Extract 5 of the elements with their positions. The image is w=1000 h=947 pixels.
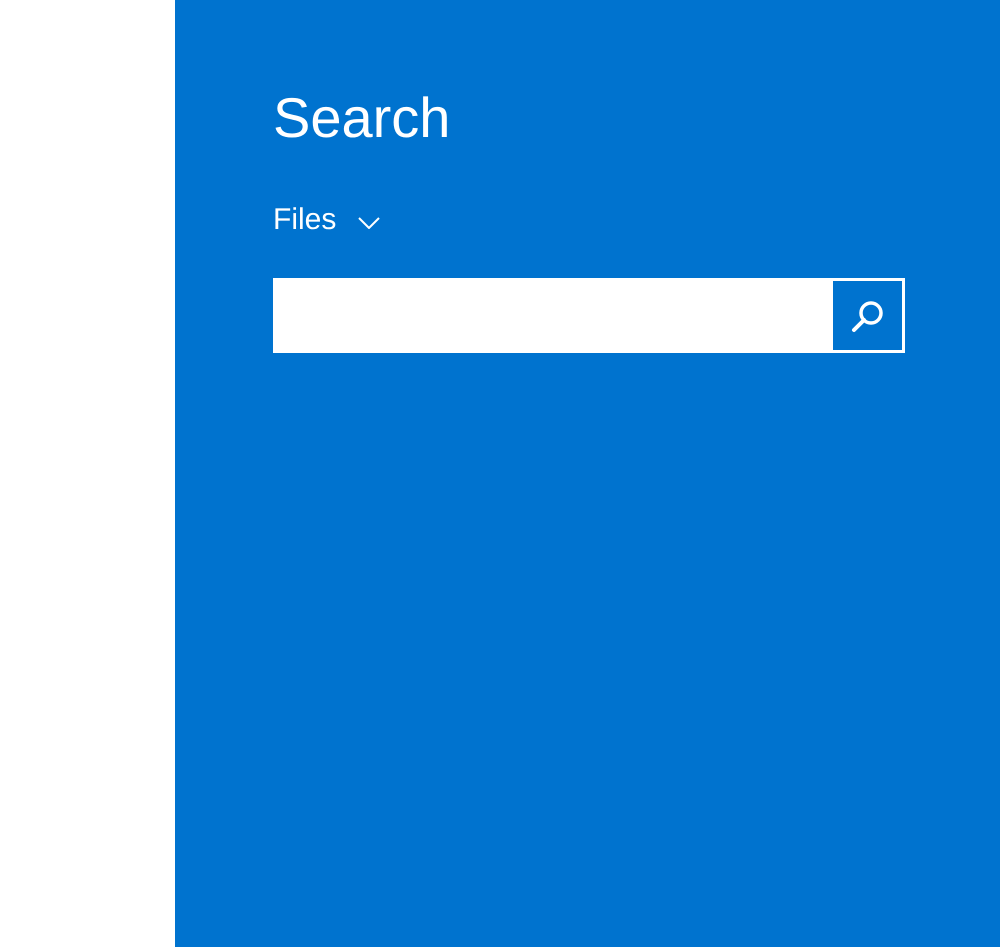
chevron-down-icon	[358, 217, 380, 229]
scope-dropdown[interactable]: Files	[273, 202, 380, 238]
search-button[interactable]	[833, 281, 902, 350]
pane-title: Search	[273, 85, 452, 151]
search-field[interactable]	[273, 278, 905, 353]
